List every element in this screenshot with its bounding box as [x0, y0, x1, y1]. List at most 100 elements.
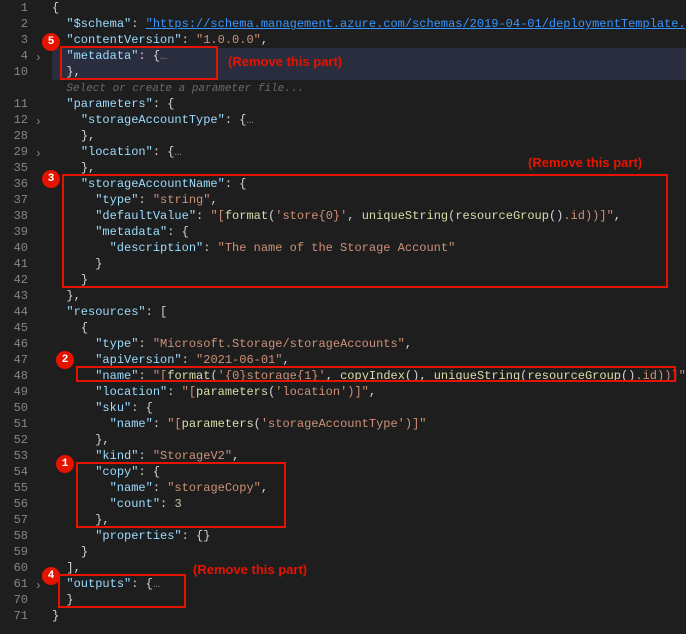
fold-ellipsis[interactable]: …: [153, 577, 160, 591]
line-number: 42: [0, 272, 44, 288]
line-number: 58: [0, 528, 44, 544]
line-number: 39: [0, 224, 44, 240]
json-string: "StorageV2": [153, 449, 232, 463]
json-string: "https://schema.management.azure.com/sch…: [146, 17, 686, 31]
line-number: 51: [0, 416, 44, 432]
code-text: }: [52, 609, 59, 623]
code-text: ],: [66, 561, 80, 575]
line-number: 46: [0, 336, 44, 352]
chevron-right-icon[interactable]: ›: [32, 578, 42, 588]
json-key: "description": [110, 241, 204, 255]
json-string: "string": [153, 193, 211, 207]
line-number: 59: [0, 544, 44, 560]
line-number: 49: [0, 384, 44, 400]
fold-ellipsis[interactable]: …: [246, 113, 253, 127]
line-number: 2: [0, 16, 44, 32]
json-string: "1.0.0.0": [196, 33, 261, 47]
function-name: resourceGroup: [527, 369, 621, 383]
json-key: "metadata": [66, 49, 138, 63]
line-number: 71: [0, 608, 44, 624]
code-content[interactable]: { "$schema": "https://schema.management.…: [48, 0, 686, 634]
function-name: uniqueString: [362, 209, 448, 223]
line-number: 60: [0, 560, 44, 576]
chevron-right-icon[interactable]: ›: [32, 114, 42, 124]
fold-ellipsis[interactable]: …: [174, 145, 181, 159]
annotation-badge-5: 5: [42, 33, 60, 51]
json-string: "2021-06-01": [196, 353, 282, 367]
json-string: "The name of the Storage Account": [218, 241, 456, 255]
code-text: },: [95, 513, 109, 527]
json-key: "type": [95, 193, 138, 207]
json-key: "name": [110, 481, 153, 495]
json-key: "resources": [66, 305, 145, 319]
json-key: "type": [95, 337, 138, 351]
json-key: "contentVersion": [66, 33, 181, 47]
json-string: "[: [182, 385, 196, 399]
line-number: 1: [0, 0, 44, 16]
line-number: [0, 80, 44, 96]
function-name: parameters: [182, 417, 254, 431]
line-number: 12›: [0, 112, 44, 128]
function-name: uniqueString: [434, 369, 520, 383]
json-string: "storageCopy": [167, 481, 261, 495]
line-number-gutter: 1 2 3 4› 10 11 12› 28 29› 35 36 37 38 39…: [0, 0, 48, 634]
chevron-right-icon[interactable]: ›: [32, 146, 42, 156]
json-key: "name": [110, 417, 153, 431]
annotation-badge-4: 4: [42, 567, 60, 585]
line-number: 52: [0, 432, 44, 448]
json-key: "metadata": [95, 225, 167, 239]
code-text: {: [81, 321, 88, 335]
code-text: },: [81, 129, 95, 143]
annotation-badge-2: 2: [56, 351, 74, 369]
json-string: "Microsoft.Storage/storageAccounts": [153, 337, 405, 351]
json-key: "$schema": [66, 17, 131, 31]
code-text: }: [81, 545, 88, 559]
line-number: 38: [0, 208, 44, 224]
chevron-right-icon[interactable]: ›: [32, 50, 42, 60]
json-key: "kind": [95, 449, 138, 463]
line-number: 50: [0, 400, 44, 416]
json-string: "[: [210, 209, 224, 223]
json-string: )]": [405, 417, 427, 431]
json-key: "properties": [95, 529, 181, 543]
json-string: .id))]": [635, 369, 685, 383]
json-string: .id))]": [563, 209, 613, 223]
line-number: 4›: [0, 48, 44, 64]
code-text: },: [95, 433, 109, 447]
json-key: "count": [110, 497, 160, 511]
line-number: 56: [0, 496, 44, 512]
json-string: 'store{0}': [275, 209, 347, 223]
function-name: format: [225, 209, 268, 223]
code-editor: 1 2 3 4› 10 11 12› 28 29› 35 36 37 38 39…: [0, 0, 686, 634]
json-key: "defaultValue": [95, 209, 196, 223]
line-number: 3: [0, 32, 44, 48]
json-key: "storageAccountName": [81, 177, 225, 191]
json-key: "parameters": [66, 97, 152, 111]
line-number: 37: [0, 192, 44, 208]
line-number: 55: [0, 480, 44, 496]
line-number: 54: [0, 464, 44, 480]
line-number: 28: [0, 128, 44, 144]
function-name: parameters: [196, 385, 268, 399]
annotation-label: (Remove this part): [193, 562, 307, 577]
json-key: "sku": [95, 401, 131, 415]
annotation-badge-3: 3: [42, 170, 60, 188]
code-text: {: [52, 1, 59, 15]
line-number: 61›: [0, 576, 44, 592]
json-string: 'location': [275, 385, 347, 399]
line-number: 44: [0, 304, 44, 320]
code-text: }: [95, 257, 102, 271]
line-number: 57: [0, 512, 44, 528]
line-number: 47: [0, 352, 44, 368]
function-name: resourceGroup: [455, 209, 549, 223]
json-key: "location": [81, 145, 153, 159]
line-number: 43: [0, 288, 44, 304]
code-text: }: [81, 273, 88, 287]
annotation-label: (Remove this part): [528, 155, 642, 170]
json-string: 'storageAccountType': [261, 417, 405, 431]
json-key: "copy": [95, 465, 138, 479]
line-number: 48: [0, 368, 44, 384]
fold-ellipsis[interactable]: …: [160, 49, 167, 63]
json-key: "storageAccountType": [81, 113, 225, 127]
codelens-hint[interactable]: Select or create a parameter file...: [66, 83, 304, 95]
